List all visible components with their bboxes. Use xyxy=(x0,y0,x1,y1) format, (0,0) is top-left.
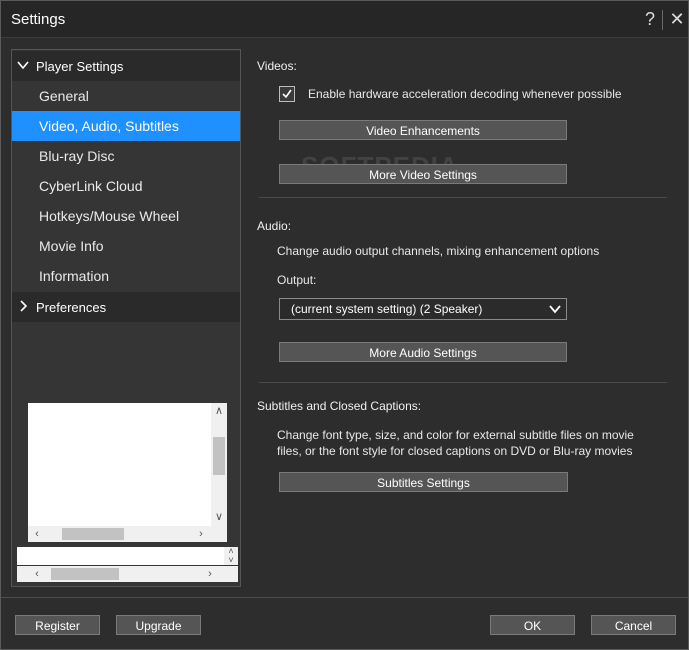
section-divider xyxy=(259,197,667,198)
output-select-value: (current system setting) (2 Speaker) xyxy=(291,302,483,316)
subtitles-description-line2: files, or the font style for closed capt… xyxy=(277,444,633,458)
settings-window: Settings ? ✕ Player Settings General Vid… xyxy=(0,0,689,650)
settings-nav-panel: Player Settings General Video, Audio, Su… xyxy=(11,49,241,587)
video-enhancements-button[interactable]: Video Enhancements xyxy=(279,120,567,140)
horizontal-scrollbar[interactable]: ‹ › xyxy=(17,566,238,582)
videos-heading: Videos: xyxy=(257,59,297,73)
help-icon[interactable]: ? xyxy=(641,7,659,31)
more-audio-settings-button[interactable]: More Audio Settings xyxy=(279,342,567,362)
preview-area xyxy=(28,403,211,526)
output-label: Output: xyxy=(277,273,317,287)
register-button[interactable]: Register xyxy=(15,615,100,635)
audio-heading: Audio: xyxy=(257,219,292,233)
hw-accel-checkbox[interactable] xyxy=(279,86,295,102)
subtitles-settings-button[interactable]: Subtitles Settings xyxy=(279,472,568,492)
close-icon[interactable]: ✕ xyxy=(668,7,686,31)
sidebar-item-cyberlink-cloud[interactable]: CyberLink Cloud xyxy=(12,171,240,201)
subtitles-description-line1: Change font type, size, and color for ex… xyxy=(277,428,634,442)
sidebar-item-bluray-disc[interactable]: Blu-ray Disc xyxy=(12,141,240,171)
scrollbar-thumb[interactable] xyxy=(51,568,119,580)
scrollbar-thumb[interactable] xyxy=(62,528,124,540)
hw-accel-label: Enable hardware acceleration decoding wh… xyxy=(308,87,622,101)
scrollbar-corner xyxy=(211,526,227,542)
scroll-up-icon[interactable]: ∧ xyxy=(212,404,226,418)
sidebar-item-movie-info[interactable]: Movie Info xyxy=(12,231,240,261)
title-bar: Settings ? ✕ xyxy=(1,1,688,38)
checkmark-icon xyxy=(282,89,292,99)
output-select[interactable]: (current system setting) (2 Speaker) xyxy=(279,298,567,320)
vertical-scrollbar[interactable]: ∧ ∨ xyxy=(211,403,227,526)
footer-divider xyxy=(1,597,688,598)
sidebar-item-information[interactable]: Information xyxy=(12,261,240,291)
scroll-left-icon[interactable]: ‹ xyxy=(30,567,44,581)
upgrade-button[interactable]: Upgrade xyxy=(116,615,201,635)
scroll-right-icon[interactable]: › xyxy=(203,567,217,581)
group-player-settings[interactable]: Player Settings xyxy=(12,51,240,81)
horizontal-scrollbar[interactable]: ‹ › xyxy=(28,526,211,542)
section-divider xyxy=(259,382,667,383)
chevron-right-icon xyxy=(20,300,28,312)
spin-control[interactable]: ˄ ˅ xyxy=(224,547,238,565)
scroll-down-icon[interactable]: ∨ xyxy=(212,510,226,524)
sidebar-item-video-audio-subtitles[interactable]: Video, Audio, Subtitles xyxy=(12,111,240,141)
audio-description: Change audio output channels, mixing enh… xyxy=(277,244,600,258)
scroll-right-icon[interactable]: › xyxy=(194,527,208,541)
group-label: Player Settings xyxy=(36,59,124,74)
text-field[interactable] xyxy=(17,547,225,565)
chevron-down-icon xyxy=(549,305,561,314)
sidebar-item-general[interactable]: General xyxy=(12,81,240,111)
scroll-left-icon[interactable]: ‹ xyxy=(30,527,44,541)
sidebar-item-hotkeys[interactable]: Hotkeys/Mouse Wheel xyxy=(12,201,240,231)
chevron-down-icon xyxy=(17,61,29,70)
group-label: Preferences xyxy=(36,300,107,315)
subtitles-heading: Subtitles and Closed Captions: xyxy=(257,399,422,413)
group-preferences[interactable]: Preferences xyxy=(12,292,240,322)
titlebar-divider xyxy=(662,10,663,30)
window-title: Settings xyxy=(11,11,66,28)
ok-button[interactable]: OK xyxy=(490,615,575,635)
more-video-settings-button[interactable]: More Video Settings xyxy=(279,164,567,184)
cancel-button[interactable]: Cancel xyxy=(591,615,676,635)
scrollbar-thumb[interactable] xyxy=(213,437,225,475)
